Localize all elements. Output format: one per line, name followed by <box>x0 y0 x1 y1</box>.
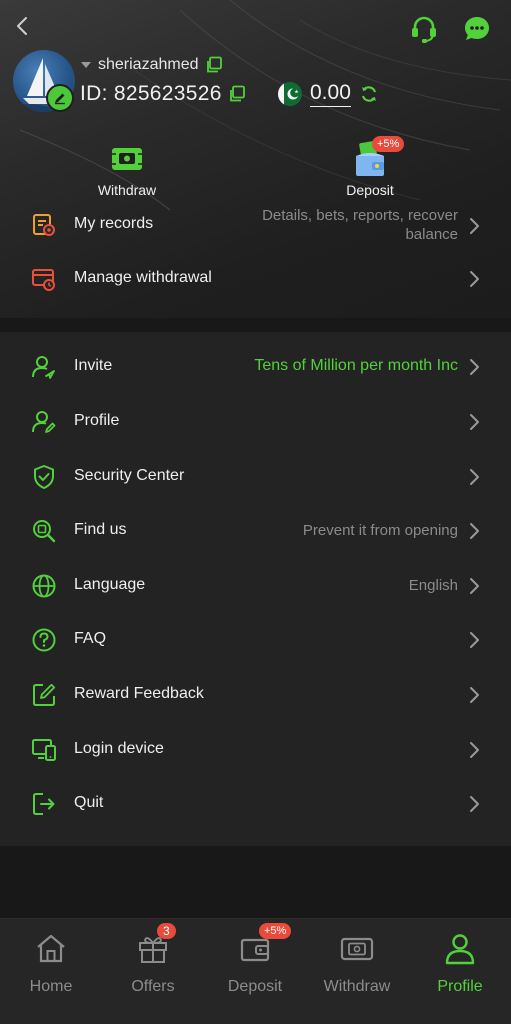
chevron-right-icon <box>470 414 479 430</box>
menu-item-label: FAQ <box>74 630 107 647</box>
deposit-quick-action[interactable]: +5% Deposit <box>320 136 420 198</box>
customer-service-button[interactable] <box>409 14 439 44</box>
balance-row: 0.00 <box>278 80 379 108</box>
pencil-icon <box>55 93 65 105</box>
offers-count-badge: 3 <box>157 923 176 939</box>
caret-down-icon[interactable] <box>80 61 92 69</box>
menu-item-label: Login device <box>74 740 164 757</box>
withdraw-icon <box>112 148 142 170</box>
shield-icon <box>30 463 58 491</box>
pakistan-flag-icon <box>278 82 302 106</box>
chevron-right-icon <box>470 578 479 594</box>
username-row: sheriazahmed <box>80 54 223 76</box>
copy-id-icon[interactable] <box>228 85 246 103</box>
wallet-icon: +5% <box>235 923 292 969</box>
profile-icon <box>30 408 58 436</box>
menu-item-label: Quit <box>74 794 104 811</box>
my-records-label: My records <box>74 215 154 232</box>
chevron-right-icon <box>470 742 479 758</box>
my-records-row[interactable]: My records Details, bets, reports, recov… <box>0 197 511 255</box>
question-icon <box>30 626 58 654</box>
nav-deposit-label: Deposit <box>227 978 283 995</box>
devices-icon <box>30 736 58 764</box>
chevron-right-icon <box>470 271 479 287</box>
bottom-spacer <box>0 846 511 918</box>
nav-profile[interactable]: Profile <box>409 929 511 996</box>
nav-home-label: Home <box>29 978 73 995</box>
section-divider <box>0 318 511 332</box>
chevron-left-icon <box>17 17 27 35</box>
edit-avatar-button[interactable] <box>46 84 74 112</box>
nav-deposit[interactable]: +5% Deposit <box>204 923 306 996</box>
refresh-icon[interactable] <box>359 84 379 104</box>
username: sheriazahmed <box>98 56 199 73</box>
menu-item-security-center[interactable]: Security Center <box>0 450 511 504</box>
find-us-icon <box>30 517 58 545</box>
current-language: English <box>408 577 458 594</box>
menu-item-label: Invite <box>74 357 113 374</box>
withdraw-icon <box>337 929 377 969</box>
my-records-description: Details, bets, reports, recover balance <box>262 207 458 243</box>
headset-icon <box>412 16 436 43</box>
menu-item-find-us[interactable]: Find us Prevent it from opening <box>0 504 511 558</box>
nav-withdraw-label: Withdraw <box>323 978 391 995</box>
chevron-right-icon <box>470 218 479 234</box>
nav-offers-label: Offers <box>131 978 175 995</box>
menu-item-profile[interactable]: Profile <box>0 395 511 449</box>
menu-item-login-device[interactable]: Login device <box>0 723 511 777</box>
invite-promo-text: Tens of Million per month Inc <box>254 357 458 374</box>
menu-item-label: Reward Feedback <box>74 685 204 702</box>
profile-icon <box>440 929 480 969</box>
user-id-row: ID: 825623526 <box>80 80 246 108</box>
manage-withdrawal-icon <box>30 265 58 293</box>
chevron-right-icon <box>470 796 479 812</box>
withdraw-quick-action[interactable]: Withdraw <box>77 140 177 198</box>
manage-withdrawal-label: Manage withdrawal <box>74 269 212 286</box>
find-us-value: Prevent it from opening <box>302 522 458 539</box>
nav-withdraw[interactable]: Withdraw <box>306 929 408 996</box>
gift-icon: 3 <box>133 923 176 969</box>
chevron-right-icon <box>470 523 479 539</box>
menu-item-label: Profile <box>74 412 120 429</box>
withdraw-quick-label: Withdraw <box>97 182 157 198</box>
edit-icon <box>30 681 58 709</box>
bottom-navigation: Home 3 Offers +5% Deposit Withdraw Profi… <box>0 918 511 1024</box>
chevron-right-icon <box>470 359 479 375</box>
menu-item-label: Language <box>74 576 146 593</box>
deposit-quick-label: Deposit <box>346 182 394 198</box>
chevron-right-icon <box>470 687 479 703</box>
menu-item-label: Security Center <box>74 467 185 484</box>
logout-icon <box>30 790 58 818</box>
back-button[interactable] <box>10 12 34 40</box>
balance-amount: 0.00 <box>310 81 351 107</box>
manage-withdrawal-row[interactable]: Manage withdrawal <box>0 252 511 306</box>
user-id: ID: 825623526 <box>80 82 222 105</box>
menu-item-reward-feedback[interactable]: Reward Feedback <box>0 668 511 722</box>
nav-profile-label: Profile <box>437 978 483 995</box>
invite-icon <box>30 353 58 381</box>
home-icon <box>31 929 71 969</box>
menu-item-invite[interactable]: Invite Tens of Million per month Inc <box>0 340 511 394</box>
records-icon <box>30 211 58 239</box>
menu-item-faq[interactable]: FAQ <box>0 613 511 667</box>
nav-home[interactable]: Home <box>0 929 102 996</box>
chevron-right-icon <box>470 469 479 485</box>
menu-item-language[interactable]: Language English <box>0 559 511 613</box>
menu-item-quit[interactable]: Quit <box>0 777 511 831</box>
chat-icon <box>465 17 489 40</box>
deposit-bonus-badge: +5% <box>259 923 292 939</box>
deposit-bonus-badge: +5% <box>372 136 405 152</box>
globe-icon <box>30 572 58 600</box>
copy-username-icon[interactable] <box>205 56 223 74</box>
nav-offers[interactable]: 3 Offers <box>102 923 204 996</box>
chevron-right-icon <box>470 632 479 648</box>
menu-item-label: Find us <box>74 521 127 538</box>
messages-button[interactable] <box>462 14 492 44</box>
